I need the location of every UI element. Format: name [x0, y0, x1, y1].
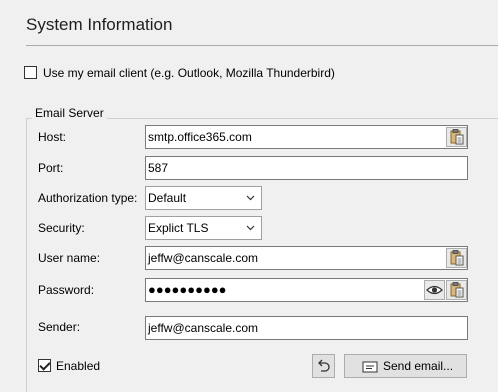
authorization-type-value: Default — [148, 191, 187, 205]
enabled-checkbox[interactable] — [38, 359, 51, 372]
sender-label: Sender: — [38, 320, 81, 334]
authorization-type-label: Authorization type: — [38, 191, 138, 205]
undo-arrow-icon — [318, 359, 330, 372]
port-input[interactable]: 587 — [145, 156, 468, 180]
chevron-down-icon — [246, 195, 255, 201]
undo-button[interactable] — [312, 354, 335, 378]
password-label: Password: — [38, 283, 95, 297]
send-email-button[interactable]: Send email... — [344, 354, 467, 378]
envelope-icon — [362, 361, 378, 373]
enabled-label: Enabled — [56, 359, 101, 373]
port-label: Port: — [38, 161, 64, 175]
page-title: System Information — [26, 15, 173, 34]
use-email-client-checkbox[interactable] — [24, 66, 37, 79]
clipboard-paste-icon[interactable] — [446, 248, 467, 268]
username-label: User name: — [38, 251, 101, 265]
username-input[interactable]: jeffw@canscale.com — [145, 246, 468, 270]
chevron-down-icon — [246, 225, 255, 231]
clipboard-paste-icon[interactable] — [446, 280, 467, 300]
host-label: Host: — [38, 130, 67, 144]
clipboard-paste-icon[interactable] — [446, 127, 467, 147]
send-email-label: Send email... — [383, 359, 454, 373]
eye-icon[interactable] — [424, 280, 445, 300]
host-input[interactable]: smtp.office365.com — [145, 125, 468, 149]
use-email-client-label: Use my email client (e.g. Outlook, Mozil… — [43, 66, 335, 80]
password-input[interactable]: ●●●●●●●●●● — [145, 278, 468, 302]
email-server-legend: Email Server — [32, 106, 107, 120]
security-label: Security: — [38, 221, 85, 235]
security-value: Explict TLS — [148, 221, 209, 235]
authorization-type-select[interactable]: Default — [145, 186, 262, 210]
sender-input[interactable]: jeffw@canscale.com — [145, 316, 468, 340]
title-divider — [26, 45, 498, 46]
security-select[interactable]: Explict TLS — [145, 216, 262, 240]
